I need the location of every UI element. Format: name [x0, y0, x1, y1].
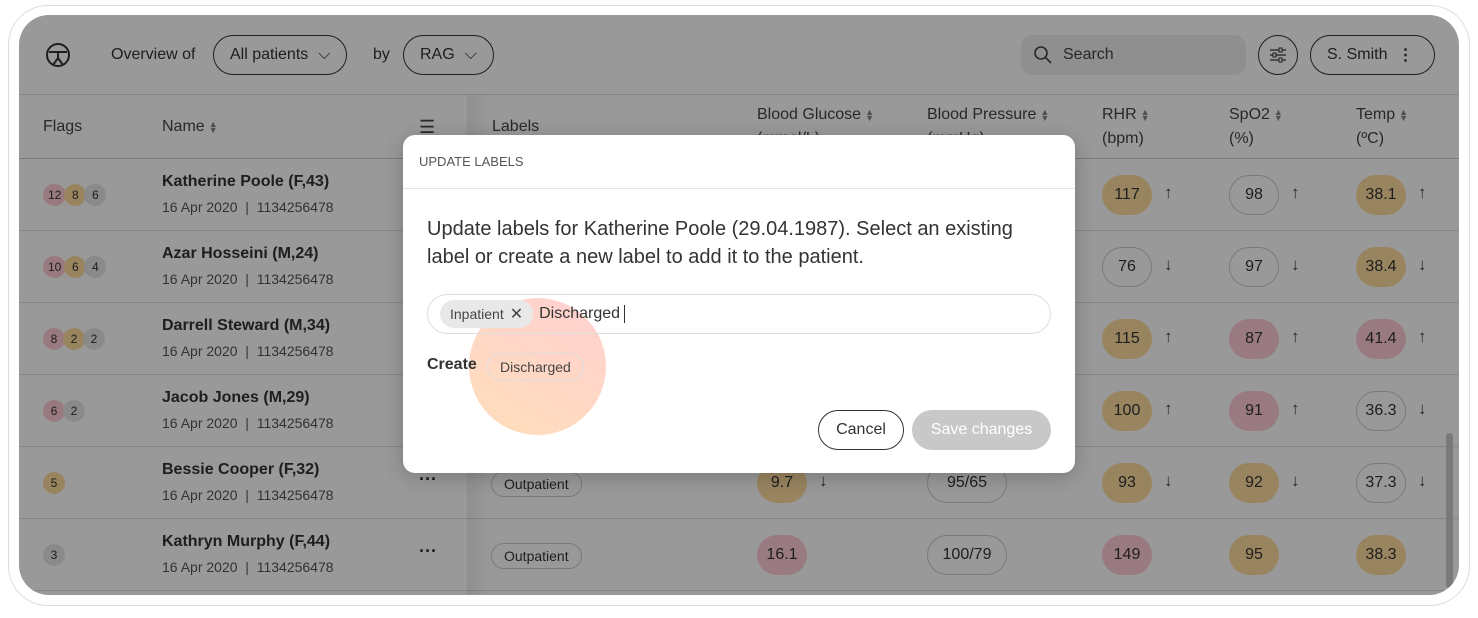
input-text: Discharged [539, 305, 621, 323]
create-label-chip[interactable]: Discharged [487, 353, 584, 381]
save-changes-button[interactable]: Save changes [912, 410, 1051, 450]
cancel-button[interactable]: Cancel [818, 410, 904, 450]
scrollbar[interactable] [1446, 433, 1453, 588]
labels-input[interactable]: Inpatient ✕ Discharged [427, 294, 1051, 334]
label-chip-inpatient: Inpatient ✕ [440, 300, 534, 328]
label-chip-text: Inpatient [450, 306, 504, 322]
labels-input-value[interactable]: Discharged [539, 304, 626, 323]
text-caret [624, 304, 626, 323]
create-label: Create [427, 356, 477, 373]
close-icon[interactable]: ✕ [510, 304, 523, 324]
update-labels-modal: UPDATE LABELS Update labels for Katherin… [403, 135, 1075, 473]
modal-title: UPDATE LABELS [403, 135, 1075, 189]
modal-description: Update labels for Katherine Poole (29.04… [427, 218, 1013, 268]
